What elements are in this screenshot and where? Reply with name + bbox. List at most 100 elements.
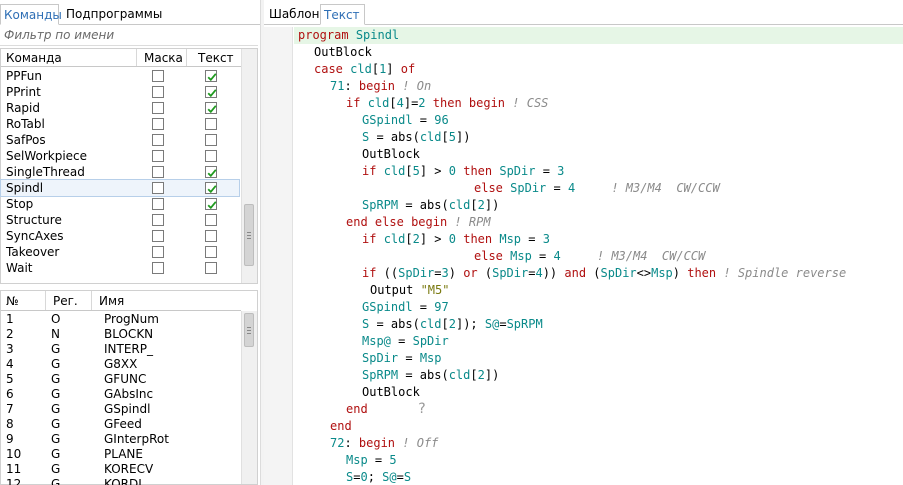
mask-checkbox[interactable]: [152, 166, 164, 178]
command-row[interactable]: SingleThread: [1, 164, 239, 180]
column-header-command[interactable]: Команда: [6, 49, 62, 67]
mask-checkbox[interactable]: [152, 70, 164, 82]
code-line[interactable]: if cld[4]=2 then begin ! CSS: [294, 95, 903, 112]
text-checkbox[interactable]: [205, 230, 217, 242]
text-checkbox[interactable]: [205, 118, 217, 130]
column-header-text[interactable]: Текст: [198, 49, 234, 67]
commands-scrollbar-thumb[interactable]: [244, 204, 254, 266]
column-header-mask[interactable]: Маска: [144, 49, 183, 67]
command-row[interactable]: Structure: [1, 212, 239, 228]
code-line[interactable]: end else begin ! RPM: [294, 214, 903, 231]
tab-text[interactable]: Текст: [320, 4, 365, 25]
variable-row[interactable]: 7 G GSpindl: [1, 402, 241, 417]
code-line[interactable]: 71: begin ! On: [294, 78, 903, 95]
code-line[interactable]: else SpDir = 4 ! M3/M4 CW/CCW: [294, 180, 903, 197]
variable-row[interactable]: 5 G GFUNC: [1, 372, 241, 387]
code-line[interactable]: S=0; S@=S: [294, 469, 903, 485]
column-header-number[interactable]: №: [6, 291, 18, 311]
variable-row[interactable]: 2 N BLOCKN: [1, 327, 241, 342]
variable-row[interactable]: 8 G GFeed: [1, 417, 241, 432]
tab-template[interactable]: Шаблон: [266, 4, 320, 25]
code-line[interactable]: Msp@ = SpDir: [294, 333, 903, 350]
command-row[interactable]: Takeover: [1, 244, 239, 260]
code-line[interactable]: S = abs(cld[5]): [294, 129, 903, 146]
command-row[interactable]: Spindl: [0, 179, 240, 197]
code-line[interactable]: if cld[5] > 0 then SpDir = 3: [294, 163, 903, 180]
mask-checkbox[interactable]: [152, 102, 164, 114]
code-line[interactable]: GSpindl = 97: [294, 299, 903, 316]
text-checkbox[interactable]: [205, 86, 217, 98]
code-line[interactable]: end: [294, 418, 903, 435]
code-line[interactable]: end ?: [294, 401, 903, 418]
code-line[interactable]: SpDir = Msp: [294, 350, 903, 367]
command-row[interactable]: SyncAxes: [1, 228, 239, 244]
code-line[interactable]: program Spindl: [294, 27, 903, 44]
code-line[interactable]: Msp = 5: [294, 452, 903, 469]
code-line[interactable]: SpRPM = abs(cld[2]): [294, 367, 903, 384]
command-row[interactable]: PPFun: [1, 68, 239, 84]
command-row[interactable]: Stop: [1, 196, 239, 212]
code-number: 97: [434, 300, 449, 314]
code-line[interactable]: OutBlock: [294, 44, 903, 61]
variable-row[interactable]: 10 G PLANE: [1, 447, 241, 462]
filter-by-name-input[interactable]: Фильтр по имени: [0, 26, 258, 46]
code-line[interactable]: else Msp = 4 ! M3/M4 CW/CCW: [294, 248, 903, 265]
code-line[interactable]: 72: begin ! Off: [294, 435, 903, 452]
mask-checkbox[interactable]: [152, 150, 164, 162]
mask-checkbox[interactable]: [152, 118, 164, 130]
variable-row[interactable]: 9 G GInterpRot: [1, 432, 241, 447]
column-divider[interactable]: [136, 49, 137, 66]
code-line[interactable]: OutBlock: [294, 146, 903, 163]
mask-checkbox[interactable]: [152, 182, 164, 194]
variables-scrollbar[interactable]: [241, 311, 257, 484]
column-header-register[interactable]: Рег.: [53, 291, 78, 311]
variable-row[interactable]: 1 O ProgNum: [1, 312, 241, 327]
mask-checkbox[interactable]: [152, 86, 164, 98]
tab-subprograms[interactable]: Подпрограммы: [63, 4, 183, 25]
code-line[interactable]: if ((SpDir=3) or (SpDir=4)) and (SpDir<>…: [294, 265, 903, 282]
command-row[interactable]: PPrint: [1, 84, 239, 100]
variable-row[interactable]: 3 G INTERP_: [1, 342, 241, 357]
text-checkbox[interactable]: [205, 134, 217, 146]
text-checkbox[interactable]: [205, 198, 217, 210]
variable-row[interactable]: 11 G KORECV: [1, 462, 241, 477]
column-divider[interactable]: [186, 49, 187, 66]
command-row[interactable]: SafPos: [1, 132, 239, 148]
text-checkbox[interactable]: [205, 70, 217, 82]
code-line[interactable]: GSpindl = 96: [294, 112, 903, 129]
variable-row[interactable]: 4 G G8XX: [1, 357, 241, 372]
mask-checkbox[interactable]: [152, 262, 164, 274]
code-line[interactable]: Output "M5": [294, 282, 903, 299]
column-header-var-name[interactable]: Имя: [99, 291, 124, 311]
command-row[interactable]: Wait: [1, 260, 239, 276]
text-checkbox[interactable]: [205, 150, 217, 162]
mask-checkbox[interactable]: [152, 214, 164, 226]
code-editor[interactable]: program Spindl OutBlock case cld[1] of 71: …: [294, 27, 903, 485]
command-row[interactable]: SelWorkpiece: [1, 148, 239, 164]
code-line[interactable]: if cld[2] > 0 then Msp = 3: [294, 231, 903, 248]
text-checkbox[interactable]: [205, 166, 217, 178]
mask-checkbox[interactable]: [152, 230, 164, 242]
code-line[interactable]: S = abs(cld[2]); S@=SpRPM: [294, 316, 903, 333]
command-row[interactable]: RoTabl: [1, 116, 239, 132]
code-line[interactable]: case cld[1] of: [294, 61, 903, 78]
column-divider[interactable]: [91, 291, 92, 310]
mask-checkbox[interactable]: [152, 198, 164, 210]
code-line[interactable]: SpRPM = abs(cld[2]): [294, 197, 903, 214]
variable-row[interactable]: 12 G KORDL: [1, 477, 241, 485]
variables-scrollbar-thumb[interactable]: [244, 313, 254, 347]
text-checkbox[interactable]: [205, 102, 217, 114]
help-icon[interactable]: ?: [418, 401, 425, 417]
text-checkbox[interactable]: [205, 214, 217, 226]
mask-checkbox[interactable]: [152, 134, 164, 146]
text-checkbox[interactable]: [205, 182, 217, 194]
text-checkbox[interactable]: [205, 262, 217, 274]
mask-checkbox[interactable]: [152, 246, 164, 258]
command-row[interactable]: Rapid: [1, 100, 239, 116]
tab-commands[interactable]: Команды: [0, 4, 62, 25]
commands-scrollbar[interactable]: [241, 49, 257, 283]
text-checkbox[interactable]: [205, 246, 217, 258]
code-line[interactable]: OutBlock: [294, 384, 903, 401]
variable-row[interactable]: 6 G GAbsInc: [1, 387, 241, 402]
column-divider[interactable]: [45, 291, 46, 310]
